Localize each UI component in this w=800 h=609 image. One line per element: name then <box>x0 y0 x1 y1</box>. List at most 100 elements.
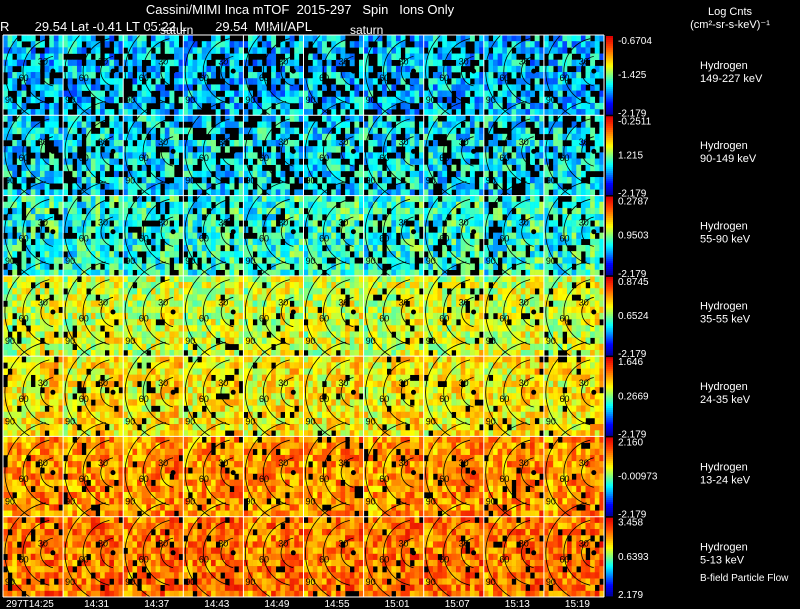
heatmap-cell <box>331 312 337 320</box>
heatmap-cell <box>409 189 415 196</box>
heatmap-cell <box>53 41 59 48</box>
heatmap-cell <box>534 47 540 54</box>
heatmap-cell <box>113 96 119 104</box>
heatmap-cell <box>349 90 355 98</box>
heatmap-cell <box>437 90 443 98</box>
heatmap-cell <box>261 325 267 332</box>
heatmap-cell <box>211 288 216 295</box>
heatmap-cell <box>391 232 397 240</box>
heatmap-cell <box>553 189 559 196</box>
heatmap-cell <box>132 47 138 54</box>
heatmap-cell <box>391 226 397 233</box>
heatmap-cell <box>211 294 216 301</box>
heatmap-cell <box>39 263 45 270</box>
heatmap-cell <box>469 238 475 246</box>
heatmap-cell <box>280 189 286 196</box>
heatmap-cell <box>150 115 156 122</box>
heatmap-cell <box>354 127 360 135</box>
heatmap-cell <box>234 90 240 98</box>
heatmap-cell <box>261 84 267 91</box>
heatmap-cell <box>81 127 87 135</box>
heatmap-cell <box>137 325 142 332</box>
heatmap-cell <box>594 158 600 165</box>
heatmap-cell <box>289 90 295 98</box>
heatmap-cell <box>76 294 82 301</box>
heatmap-cell <box>150 84 156 91</box>
heatmap-cell <box>211 47 216 54</box>
heatmap-cell <box>391 244 397 252</box>
heatmap-cell <box>90 35 96 42</box>
heatmap-cell <box>12 220 18 227</box>
heatmap-cell <box>414 139 420 147</box>
heatmap-cell <box>127 306 133 314</box>
heatmap-cell <box>44 189 50 196</box>
heatmap-cell <box>303 109 309 116</box>
heatmap-cell <box>67 275 73 283</box>
heatmap-cell <box>234 72 240 79</box>
heatmap-cell <box>414 96 420 104</box>
heatmap-cell <box>372 158 378 165</box>
heatmap-cell <box>465 164 471 172</box>
heatmap-cell <box>335 306 341 314</box>
heatmap-cell <box>280 84 286 91</box>
heatmap-cell <box>326 226 332 233</box>
heatmap-cell <box>562 251 568 258</box>
heatmap-cell <box>137 257 142 264</box>
heatmap-cell <box>81 96 87 104</box>
contour-label: 90 <box>125 176 135 186</box>
planet-marker <box>290 148 296 154</box>
heatmap-cell <box>21 337 27 345</box>
heatmap-cell <box>590 207 596 215</box>
contour-label: 60 <box>199 73 209 83</box>
heatmap-cell <box>428 189 434 196</box>
heatmap-cell <box>26 195 32 203</box>
heatmap-cell <box>215 84 221 91</box>
heatmap-cell <box>266 96 272 104</box>
planet-marker <box>230 148 236 154</box>
heatmap-cell <box>294 72 300 79</box>
heatmap-cell <box>137 53 142 61</box>
heatmap-cell <box>474 121 480 128</box>
heatmap-cell <box>590 269 596 277</box>
heatmap-cell <box>271 257 277 264</box>
heatmap-cell <box>72 65 78 73</box>
heatmap-cell <box>104 183 110 190</box>
heatmap-cell <box>349 257 355 264</box>
heatmap-cell <box>67 35 73 42</box>
heatmap-cell <box>520 238 526 246</box>
heatmap-cell <box>224 121 230 128</box>
heatmap-cell <box>488 238 494 246</box>
heatmap-cell <box>174 232 179 240</box>
heatmap-cell <box>382 47 388 54</box>
heatmap-cell <box>428 41 434 48</box>
heatmap-cell <box>132 294 138 301</box>
heatmap-cell <box>174 349 179 357</box>
heatmap-cell <box>326 300 332 308</box>
heatmap-cell <box>252 220 258 227</box>
heatmap-cell <box>469 170 475 178</box>
heatmap-cell <box>590 78 596 85</box>
heatmap-cell <box>460 183 466 190</box>
heatmap-cell <box>132 201 138 209</box>
heatmap-cell <box>349 183 355 190</box>
heatmap-cell <box>488 189 494 196</box>
heatmap-cell <box>132 84 138 91</box>
heatmap-cell <box>243 189 249 196</box>
heatmap-cell <box>308 319 314 326</box>
heatmap-cell <box>335 207 341 215</box>
heatmap-cell <box>414 195 420 203</box>
heatmap-cell <box>187 139 193 147</box>
heatmap-cell <box>113 170 119 178</box>
heatmap-cell <box>326 220 332 227</box>
heatmap-cell <box>321 115 327 122</box>
heatmap-cell <box>234 53 240 61</box>
contour-label: 30 <box>519 137 529 147</box>
heatmap-cell <box>141 84 147 91</box>
heatmap-cell <box>446 121 452 128</box>
heatmap-cell <box>248 306 253 314</box>
heatmap-cell <box>127 133 133 141</box>
heatmap-cell <box>72 201 78 209</box>
heatmap-cell <box>252 201 258 209</box>
heatmap-cell <box>30 312 36 320</box>
heatmap-cell <box>252 78 258 85</box>
